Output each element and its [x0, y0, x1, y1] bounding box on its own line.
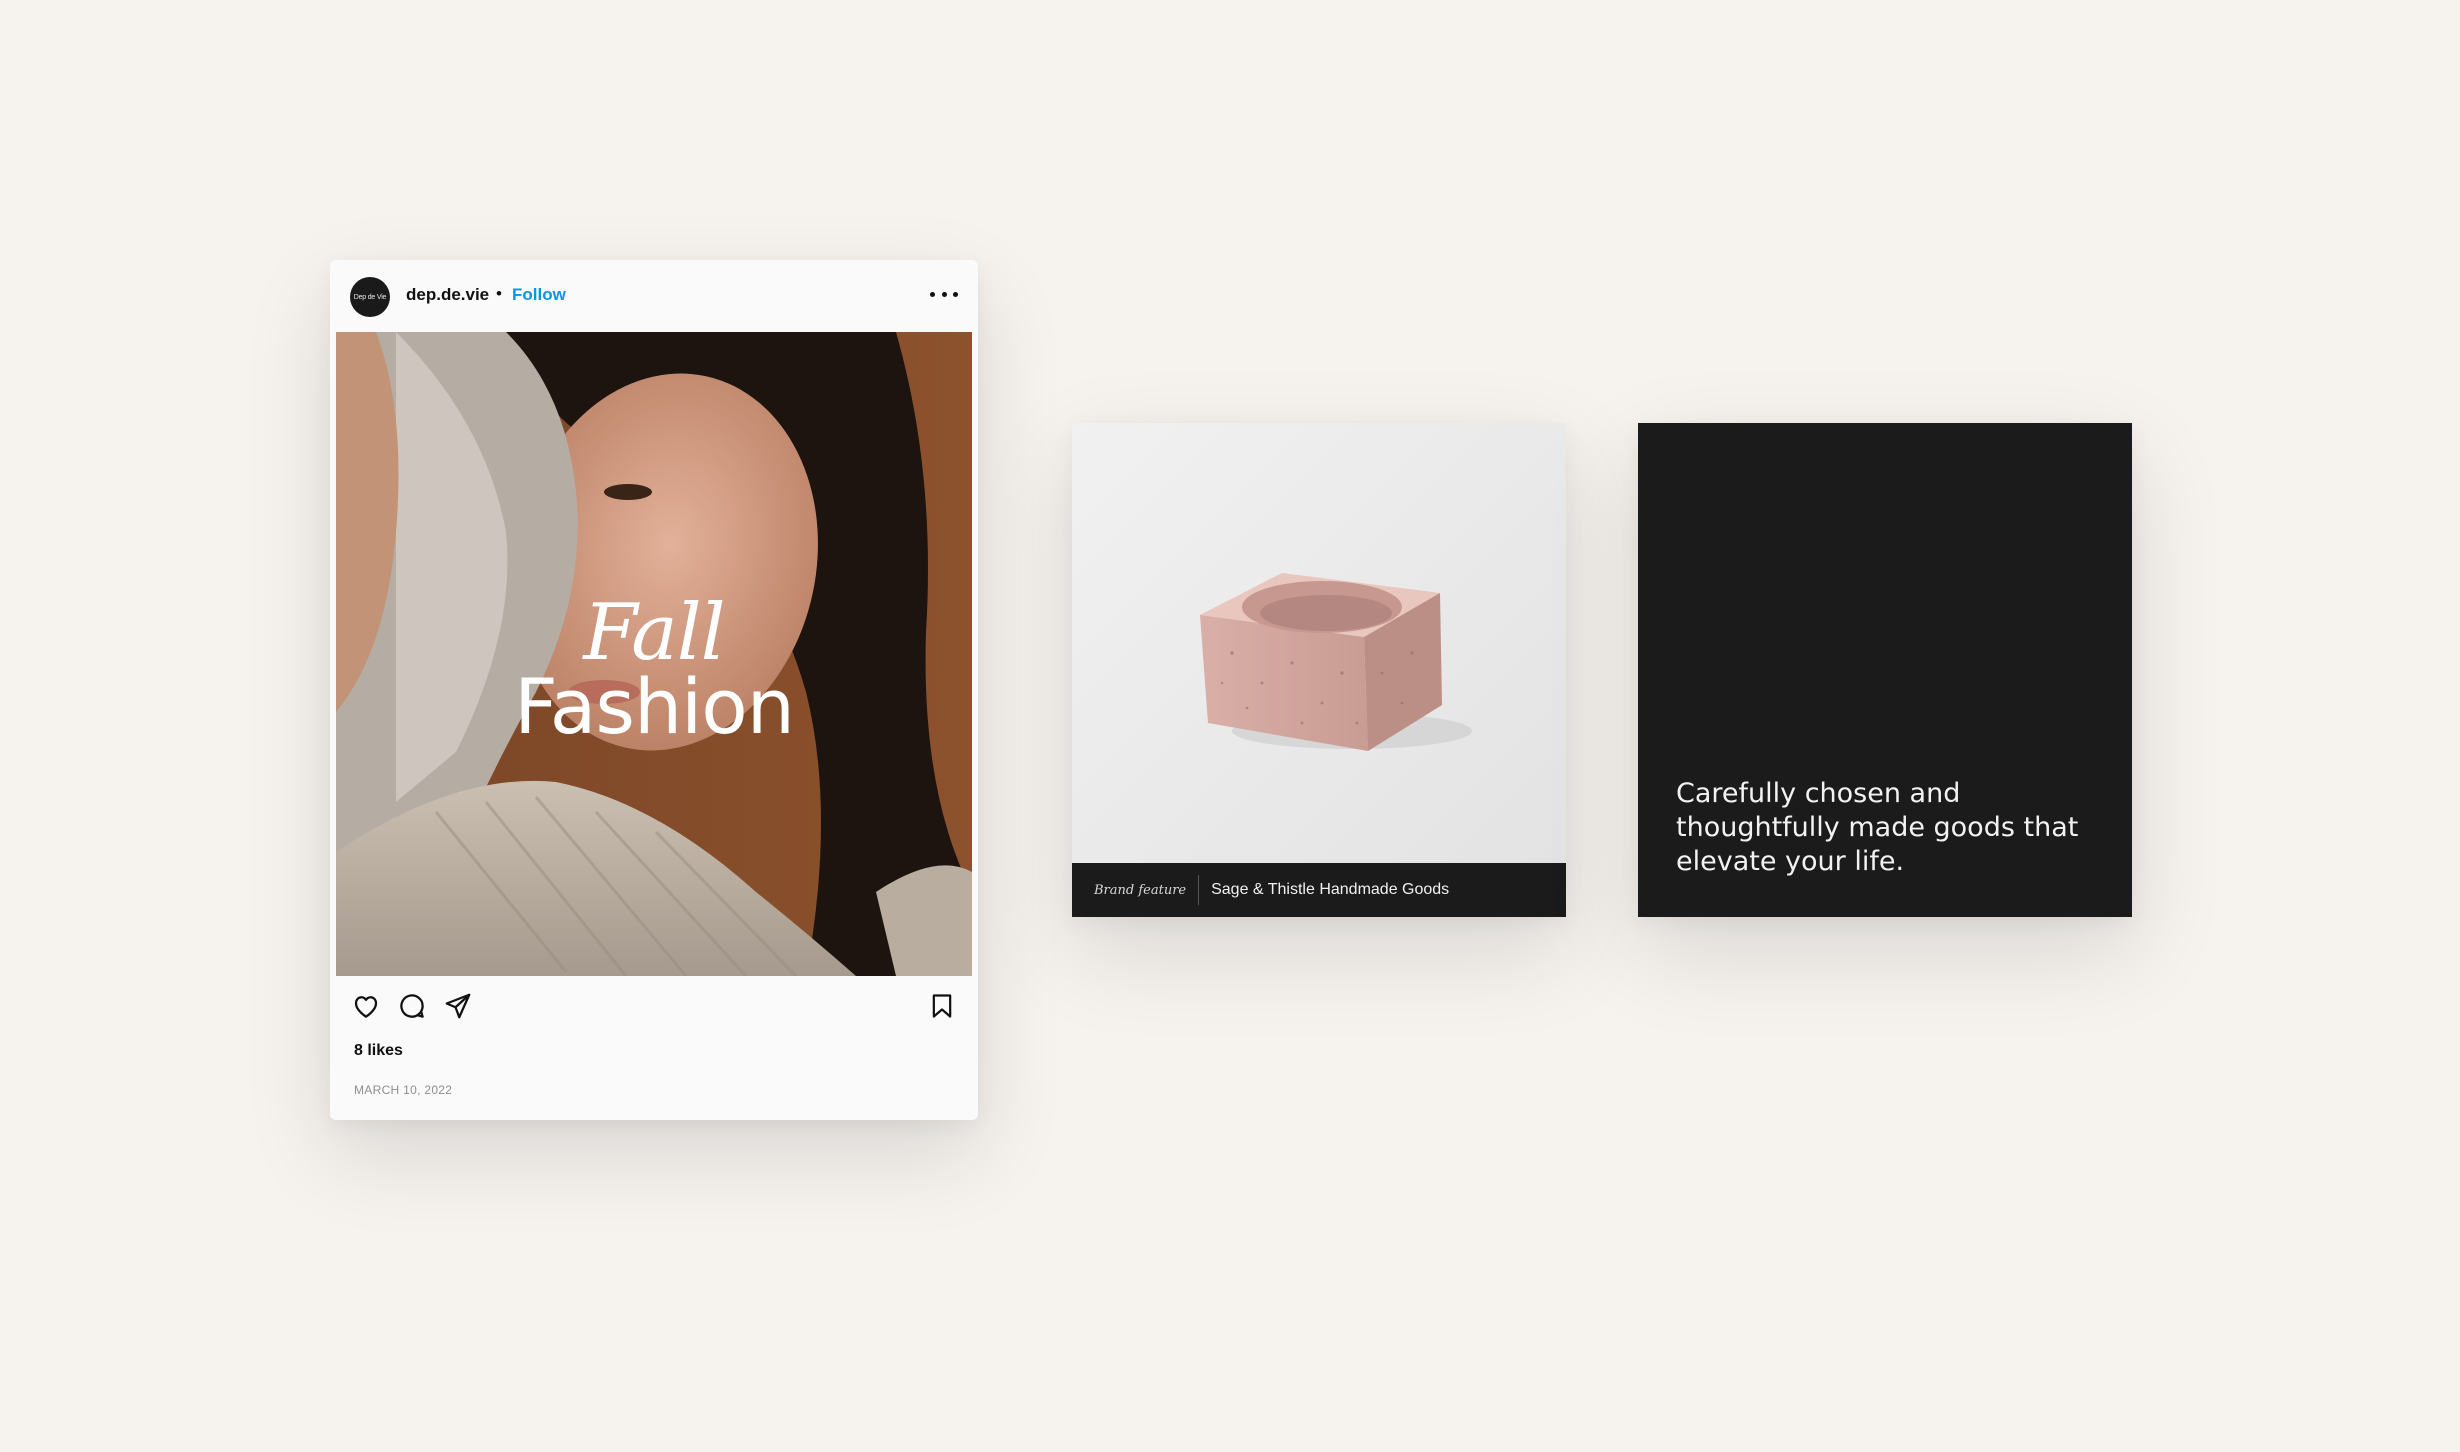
- instagram-post-card: Dep de Vie dep.de.vie • Follow Fall Fash…: [330, 260, 978, 1120]
- heart-icon[interactable]: [350, 990, 382, 1022]
- avatar[interactable]: Dep de Vie: [350, 277, 390, 317]
- bookmark-icon[interactable]: [926, 990, 958, 1022]
- post-date: MARCH 10, 2022: [354, 1083, 453, 1097]
- avatar-logo-text: Dep de Vie: [353, 293, 387, 301]
- username-link[interactable]: dep.de.vie: [406, 285, 489, 305]
- headline-fashion: Fashion: [514, 662, 795, 751]
- more-options-icon[interactable]: [930, 282, 958, 306]
- separator-dot: •: [496, 284, 502, 303]
- caption-bar: Brand feature Sage & Thistle Handmade Go…: [1072, 863, 1566, 917]
- quote-text: Carefully chosen and thoughtfully made g…: [1676, 778, 2079, 877]
- send-icon[interactable]: [442, 990, 474, 1022]
- brand-title: Sage & Thistle Handmade Goods: [1211, 881, 1450, 898]
- follow-button[interactable]: Follow: [512, 285, 566, 305]
- product-feature-card[interactable]: Brand feature Sage & Thistle Handmade Go…: [1072, 423, 1566, 917]
- likes-count[interactable]: 8 likes: [354, 1042, 403, 1060]
- brand-feature-tag: Brand feature: [1094, 882, 1187, 898]
- post-actions: [330, 990, 978, 1034]
- comment-icon[interactable]: [396, 990, 428, 1022]
- caption-divider: [1198, 875, 1200, 905]
- product-photo: [1072, 423, 1566, 917]
- post-header: Dep de Vie dep.de.vie • Follow: [330, 260, 978, 332]
- post-image: Fall Fashion: [336, 332, 972, 976]
- quote-card[interactable]: Carefully chosen and thoughtfully made g…: [1638, 423, 2132, 917]
